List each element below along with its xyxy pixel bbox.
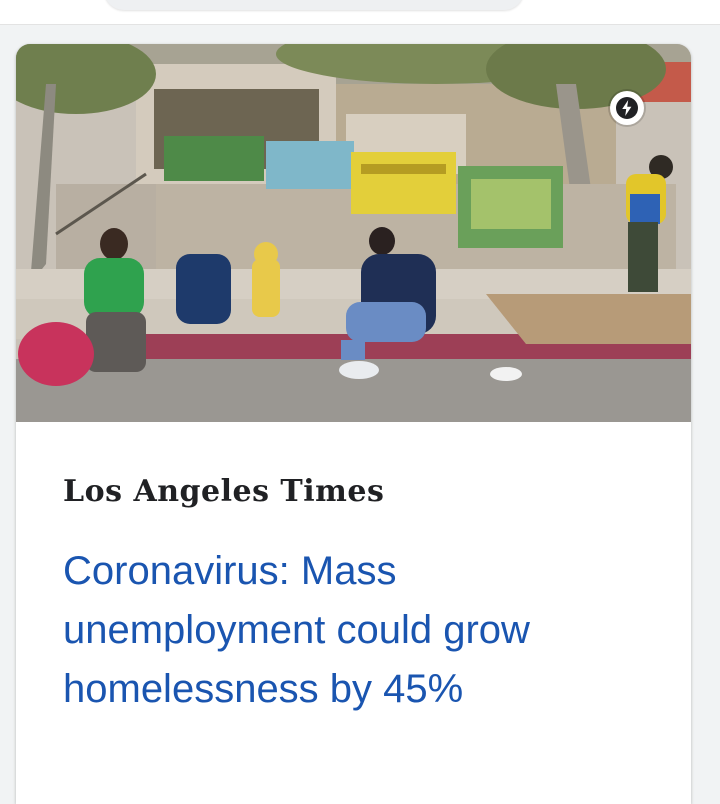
publisher-name: Los Angeles Times <box>63 474 385 509</box>
top-bar <box>0 0 720 25</box>
amp-lightning-icon <box>610 91 644 125</box>
article-image[interactable] <box>16 44 691 422</box>
search-bar[interactable] <box>104 0 524 10</box>
lightning-bolt-icon <box>616 97 638 119</box>
news-article-card[interactable]: Los Angeles Times Coronavirus: Mass unem… <box>16 44 691 804</box>
article-headline[interactable]: Coronavirus: Mass unemployment could gro… <box>63 542 663 719</box>
